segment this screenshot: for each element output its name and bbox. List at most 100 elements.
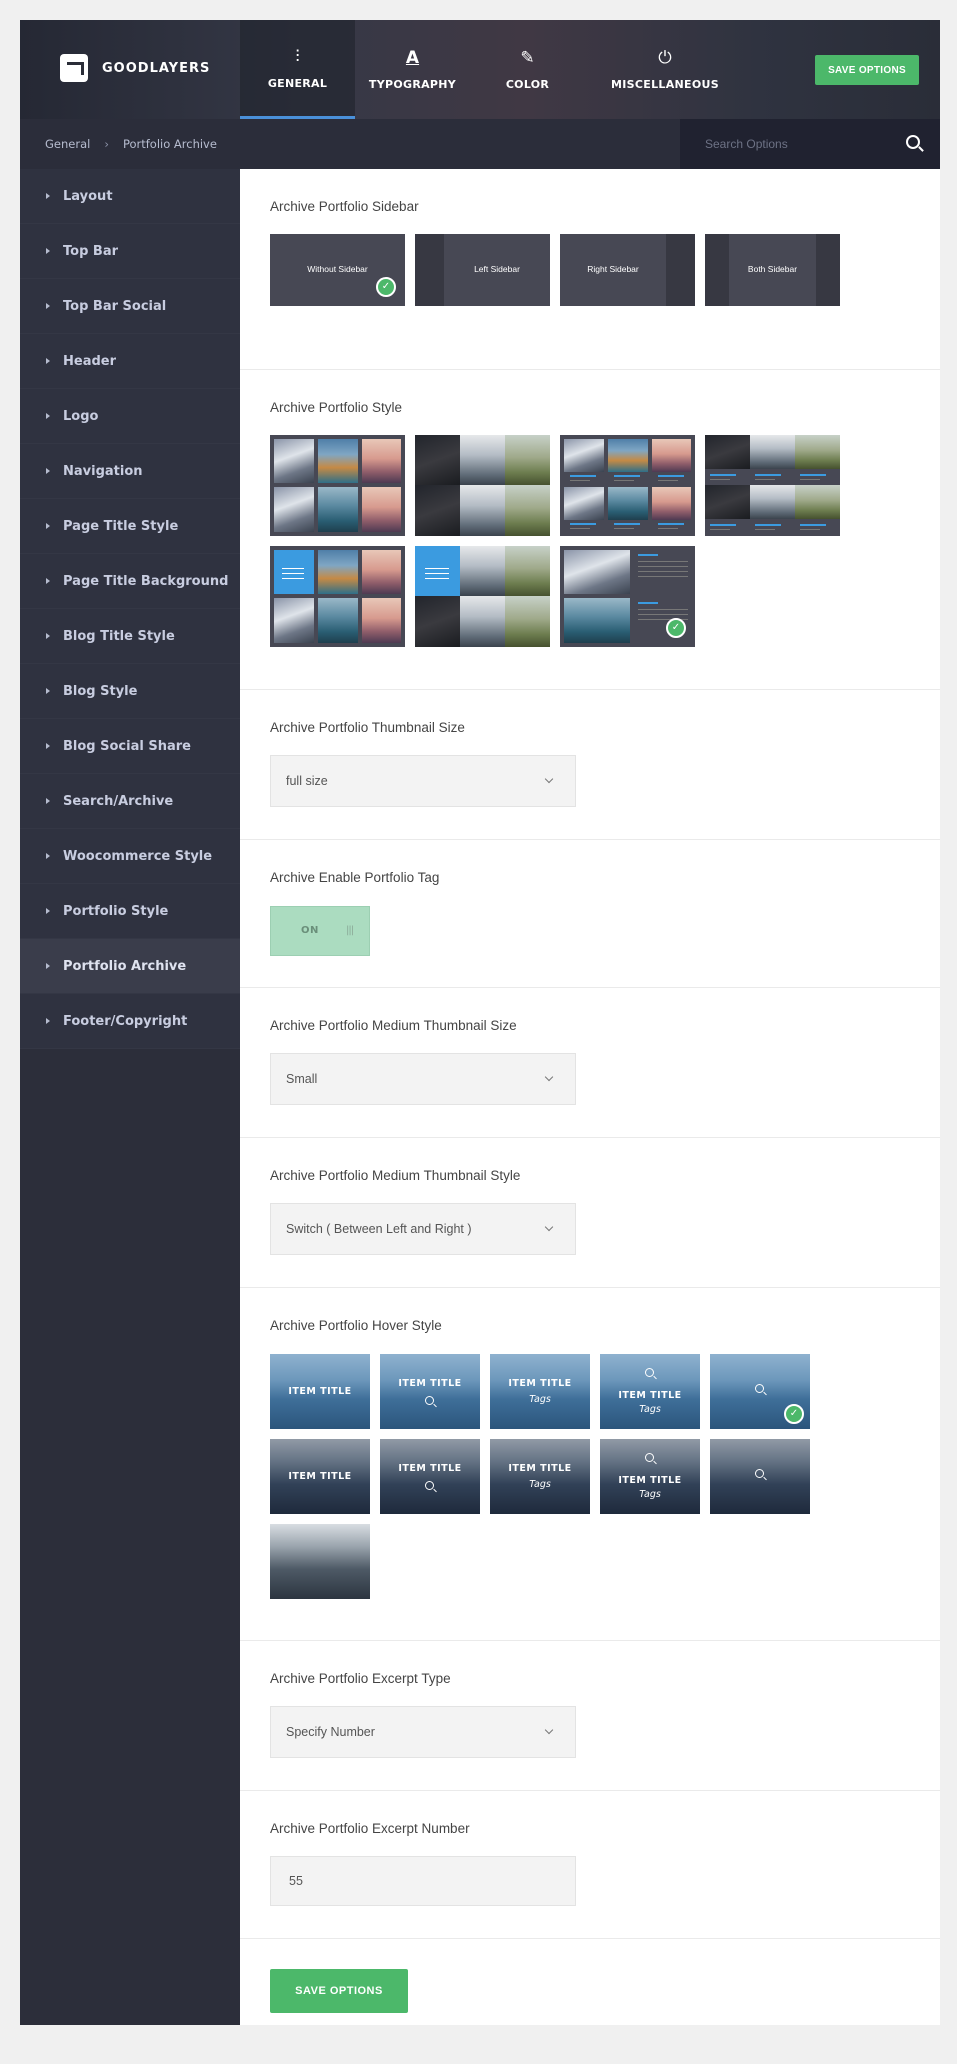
section-title: Archive Portfolio Sidebar (270, 199, 419, 214)
sidebar-option-both[interactable]: Both Sidebar (705, 234, 840, 306)
option-tabs: ⫶ GENERAL A TYPOGRAPHY ✎ COLOR ⏻ MISCELL… (240, 20, 745, 119)
caret-right-icon (46, 578, 50, 584)
select-value: full size (286, 774, 328, 788)
hover-style-option-10[interactable] (710, 1439, 810, 1514)
hover-style-option-9[interactable]: ITEM TITLE Tags (600, 1439, 700, 1514)
enable-tag-toggle[interactable]: ON ||| (270, 906, 370, 956)
sidebar-item-blog-social-share[interactable]: Blog Social Share (20, 719, 240, 774)
excerpt-number-field-wrap (270, 1856, 576, 1906)
sidebar-option-none[interactable]: Without Sidebar ✓ (270, 234, 405, 306)
sidebar-item-header[interactable]: Header (20, 334, 240, 389)
sidebar-item-page-title-background[interactable]: Page Title Background (20, 554, 240, 609)
toggle-state: ON (301, 925, 319, 936)
hover-style-option-5[interactable]: ✓ (710, 1354, 810, 1429)
hover-style-option-8[interactable]: ITEM TITLE Tags (490, 1439, 590, 1514)
top-header: GOODLAYERS ⫶ GENERAL A TYPOGRAPHY ✎ COLO… (20, 20, 940, 119)
option-label: Without Sidebar (307, 264, 368, 274)
excerpt-type-select[interactable]: Specify Number (270, 1706, 576, 1758)
sidebar-item-portfolio-archive[interactable]: Portfolio Archive (20, 939, 240, 994)
palette-icon: ✎ (520, 48, 535, 68)
portfolio-style-option-5[interactable] (270, 546, 405, 647)
sidebar-item-label: Portfolio Archive (63, 958, 187, 974)
hover-title: ITEM TITLE (618, 1475, 682, 1486)
sidebar-item-label: Woocommerce Style (63, 848, 213, 864)
sidebar-option-left[interactable]: Left Sidebar (415, 234, 550, 306)
sidebar-item-label: Page Title Style (63, 518, 179, 534)
hover-style-option-6[interactable]: ITEM TITLE (270, 1439, 370, 1514)
brand-name: GOODLAYERS (102, 60, 211, 76)
sidebar-item-label: Page Title Background (63, 573, 229, 589)
sidebar-item-page-title-style[interactable]: Page Title Style (20, 499, 240, 554)
portfolio-style-option-7[interactable]: ✓ (560, 546, 695, 647)
hover-style-option-1[interactable]: ITEM TITLE (270, 1354, 370, 1429)
sidebar-option-right[interactable]: Right Sidebar (560, 234, 695, 306)
portfolio-style-option-4[interactable] (705, 435, 840, 536)
sidebar-item-navigation[interactable]: Navigation (20, 444, 240, 499)
search-input[interactable] (705, 132, 895, 156)
portfolio-style-option-6[interactable] (415, 546, 550, 647)
caret-right-icon (46, 743, 50, 749)
search-area (680, 119, 940, 169)
tab-color[interactable]: ✎ COLOR (470, 20, 585, 119)
save-options-button-top[interactable]: SAVE OPTIONS (815, 55, 919, 85)
tab-general[interactable]: ⫶ GENERAL (240, 20, 355, 119)
caret-right-icon (46, 468, 50, 474)
sidebar-item-label: Blog Social Share (63, 738, 191, 754)
tab-miscellaneous[interactable]: ⏻ MISCELLANEOUS (585, 20, 745, 119)
options-panel: GOODLAYERS ⫶ GENERAL A TYPOGRAPHY ✎ COLO… (20, 20, 940, 2025)
caret-right-icon (46, 193, 50, 199)
thumbnail-size-select[interactable]: full size (270, 755, 576, 807)
section-thumbnail-size: Archive Portfolio Thumbnail Size full si… (240, 690, 940, 840)
sidebar-item-portfolio-style[interactable]: Portfolio Style (20, 884, 240, 939)
hover-title: ITEM TITLE (398, 1378, 462, 1389)
breadcrumb-parent[interactable]: General (45, 137, 90, 151)
tab-label: COLOR (505, 78, 550, 91)
zoom-icon (755, 1384, 764, 1393)
hover-style-option-7[interactable]: ITEM TITLE (380, 1439, 480, 1514)
sidebar-item-blog-style[interactable]: Blog Style (20, 664, 240, 719)
zoom-icon (755, 1469, 764, 1478)
hover-style-option-4[interactable]: ITEM TITLE Tags (600, 1354, 700, 1429)
sidebar-item-top-bar-social[interactable]: Top Bar Social (20, 279, 240, 334)
tab-typography[interactable]: A TYPOGRAPHY (355, 20, 470, 119)
portfolio-style-option-2[interactable] (415, 435, 550, 536)
tab-label: TYPOGRAPHY (368, 78, 457, 91)
search-icon[interactable] (906, 135, 920, 149)
hover-style-option-3[interactable]: ITEM TITLE Tags (490, 1354, 590, 1429)
caret-right-icon (46, 413, 50, 419)
sidebar-item-woocommerce-style[interactable]: Woocommerce Style (20, 829, 240, 884)
tab-label: GENERAL (267, 76, 328, 90)
section-enable-tag: Archive Enable Portfolio Tag ON ||| (240, 840, 940, 988)
caret-right-icon (46, 908, 50, 914)
select-value: Small (286, 1072, 318, 1086)
portfolio-style-option-1[interactable] (270, 435, 405, 536)
section-medium-thumbnail-size: Archive Portfolio Medium Thumbnail Size … (240, 988, 940, 1138)
hover-tags: Tags (529, 1394, 551, 1405)
hover-style-option-11[interactable] (270, 1524, 370, 1599)
save-options-button-bottom[interactable]: SAVE OPTIONS (270, 1969, 408, 2013)
section-medium-thumbnail-style: Archive Portfolio Medium Thumbnail Style… (240, 1138, 940, 1288)
sidebar-item-label: Top Bar Social (63, 298, 167, 314)
chevron-down-icon (544, 1725, 554, 1735)
sidebar-item-layout[interactable]: Layout (20, 169, 240, 224)
portfolio-style-option-3[interactable] (560, 435, 695, 536)
medium-thumbnail-style-select[interactable]: Switch ( Between Left and Right ) (270, 1203, 576, 1255)
hover-title: ITEM TITLE (508, 1378, 572, 1389)
font-icon: A (405, 48, 420, 68)
hover-style-option-2[interactable]: ITEM TITLE (380, 1354, 480, 1429)
section-excerpt-number: Archive Portfolio Excerpt Number (240, 1791, 940, 1939)
medium-thumbnail-size-select[interactable]: Small (270, 1053, 576, 1105)
sidebar-item-logo[interactable]: Logo (20, 389, 240, 444)
sidebar-item-footer-copyright[interactable]: Footer/Copyright (20, 994, 240, 1049)
check-icon: ✓ (376, 277, 396, 297)
caret-right-icon (46, 303, 50, 309)
caret-right-icon (46, 853, 50, 859)
caret-right-icon (46, 358, 50, 364)
section-title: Archive Portfolio Style (270, 400, 403, 415)
sidebar-item-top-bar[interactable]: Top Bar (20, 224, 240, 279)
section-title: Archive Portfolio Excerpt Number (270, 1821, 470, 1836)
sidebar-item-blog-title-style[interactable]: Blog Title Style (20, 609, 240, 664)
hover-title: ITEM TITLE (508, 1463, 572, 1474)
excerpt-number-field[interactable] (271, 1857, 575, 1905)
sidebar-item-search-archive[interactable]: Search/Archive (20, 774, 240, 829)
